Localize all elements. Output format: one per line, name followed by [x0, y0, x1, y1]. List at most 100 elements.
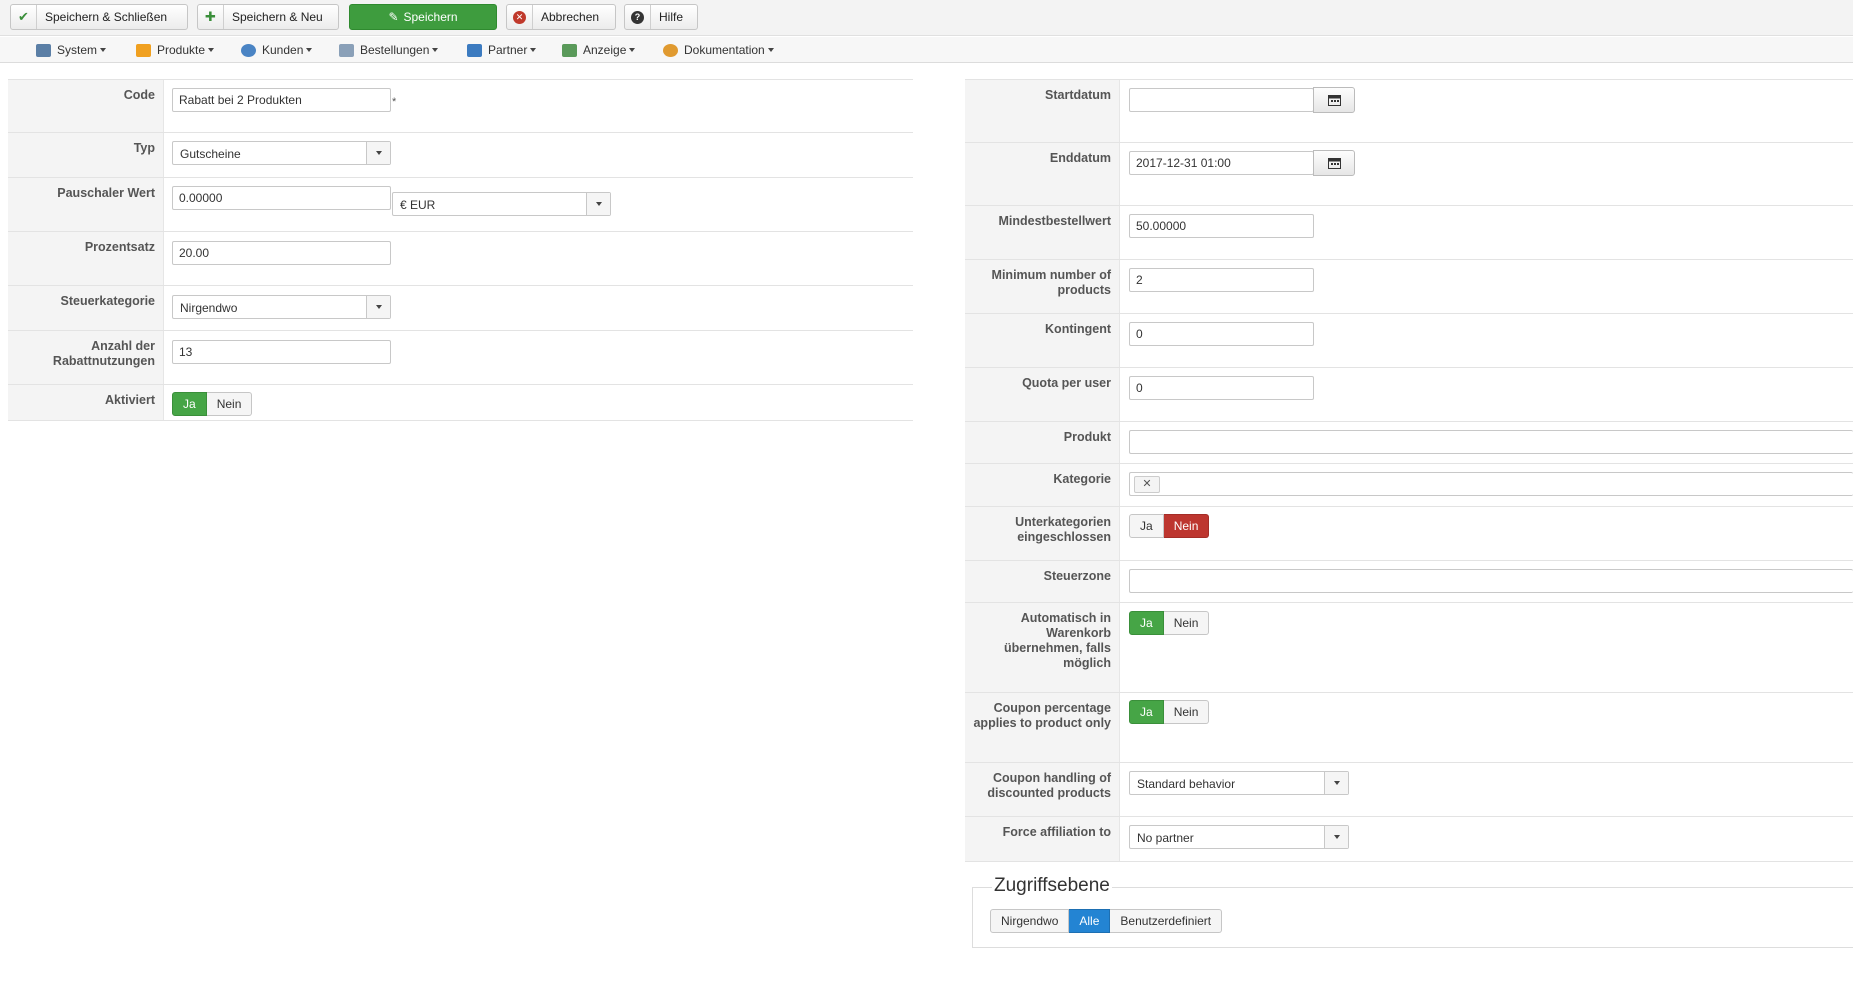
menu-kunden[interactable]: Kunden — [241, 41, 313, 59]
save-close-button[interactable]: ✔ Speichern & Schließen — [10, 4, 188, 30]
check-icon: ✔ — [11, 5, 37, 29]
coupon-pct-label: Coupon percentage applies to product onl… — [965, 693, 1120, 762]
menu-system[interactable]: System — [36, 41, 107, 59]
menu-anzeige[interactable]: Anzeige — [562, 41, 636, 59]
help-icon: ? — [625, 5, 651, 29]
main-menu: System Produkte Kunden Bestellungen Part… — [0, 37, 1853, 63]
calendar-icon[interactable] — [1313, 87, 1355, 113]
flat-value-input[interactable]: 0.00000 — [172, 186, 391, 210]
access-toggle: Nirgendwo Alle Benutzerdefiniert — [990, 909, 1223, 933]
chevron-down-icon — [366, 142, 390, 164]
quota-row: Kontingent 0 — [965, 314, 1853, 368]
end-date-input[interactable]: 2017-12-31 01:00 — [1129, 151, 1314, 175]
flat-value-label: Pauschaler Wert — [8, 178, 164, 231]
quota-user-row: Quota per user 0 — [965, 368, 1853, 422]
percent-row: Prozentsatz 20.00 — [8, 232, 913, 286]
quota-label: Kontingent — [965, 314, 1120, 367]
access-custom-button[interactable]: Benutzerdefiniert — [1110, 909, 1223, 933]
min-order-row: Mindestbestellwert 50.00000 — [965, 206, 1853, 260]
code-input[interactable]: Rabatt bei 2 Produkten — [172, 88, 391, 112]
subcategories-no-button[interactable]: Nein — [1163, 514, 1210, 538]
active-label: Aktiviert — [8, 385, 164, 420]
menu-produkte[interactable]: Produkte — [136, 41, 215, 59]
product-row: Produkt — [965, 422, 1853, 464]
tax-zone-row: Steuerzone — [965, 561, 1853, 603]
active-row: Aktiviert Ja Nein — [8, 385, 913, 421]
tax-category-select[interactable]: Nirgendwo — [172, 295, 391, 319]
subcategories-row: Unterkategorien eingeschlossen Ja Nein — [965, 507, 1853, 561]
uses-label: Anzahl der Rabattnutzungen — [8, 331, 164, 384]
menu-partner[interactable]: Partner — [467, 41, 537, 59]
quota-user-label: Quota per user — [965, 368, 1120, 421]
cancel-button[interactable]: ✕ Abbrechen — [506, 4, 616, 30]
min-products-row: Minimum number of products 2 — [965, 260, 1853, 314]
uses-input[interactable]: 13 — [172, 340, 391, 364]
flat-value-row: Pauschaler Wert 0.00000 € EUR — [8, 178, 913, 232]
menu-bestellungen[interactable]: Bestellungen — [339, 41, 439, 59]
uses-row: Anzahl der Rabattnutzungen 13 — [8, 331, 913, 385]
remove-tag-icon[interactable]: ✕ — [1134, 476, 1160, 493]
product-input[interactable] — [1129, 430, 1853, 454]
cancel-icon: ✕ — [507, 5, 533, 29]
subcategories-label: Unterkategorien eingeschlossen — [965, 507, 1120, 560]
auto-cart-toggle: Ja Nein — [1129, 611, 1210, 635]
tax-zone-input[interactable] — [1129, 569, 1853, 593]
end-date-label: Enddatum — [965, 143, 1120, 205]
plus-icon: ✚ — [198, 5, 224, 29]
display-icon — [562, 43, 577, 57]
quota-input[interactable]: 0 — [1129, 322, 1314, 346]
code-label: Code — [8, 80, 164, 132]
currency-select[interactable]: € EUR — [392, 192, 611, 216]
coupon-pct-row: Coupon percentage applies to product onl… — [965, 693, 1853, 763]
access-all-button[interactable]: Alle — [1069, 909, 1111, 933]
tax-zone-label: Steuerzone — [965, 561, 1120, 602]
start-date-input[interactable] — [1129, 88, 1314, 112]
type-select[interactable]: Gutscheine — [172, 141, 391, 165]
partner-icon — [467, 43, 482, 57]
users-icon — [241, 43, 256, 57]
auto-cart-label: Automatisch in Warenkorb übernehmen, fal… — [965, 603, 1120, 692]
active-yes-button[interactable]: Ja — [172, 392, 207, 416]
coupon-pct-no-button[interactable]: Nein — [1163, 700, 1210, 724]
tax-category-row: Steuerkategorie Nirgendwo — [8, 286, 913, 331]
coupon-handling-row: Coupon handling of discounted products S… — [965, 763, 1853, 817]
min-order-input[interactable]: 50.00000 — [1129, 214, 1314, 238]
force-affiliation-select[interactable]: No partner — [1129, 825, 1349, 849]
box-icon — [136, 43, 151, 57]
chevron-down-icon — [366, 296, 390, 318]
auto-cart-no-button[interactable]: Nein — [1163, 611, 1210, 635]
min-products-input[interactable]: 2 — [1129, 268, 1314, 292]
percent-input[interactable]: 20.00 — [172, 241, 391, 265]
quota-user-input[interactable]: 0 — [1129, 376, 1314, 400]
min-products-label: Minimum number of products — [965, 260, 1120, 313]
active-no-button[interactable]: Nein — [206, 392, 253, 416]
auto-cart-row: Automatisch in Warenkorb übernehmen, fal… — [965, 603, 1853, 693]
chevron-down-icon — [586, 193, 610, 215]
save-button[interactable]: ✎ Speichern — [349, 4, 497, 30]
docs-icon — [663, 43, 678, 57]
tax-category-label: Steuerkategorie — [8, 286, 164, 330]
subcategories-toggle: Ja Nein — [1129, 514, 1210, 538]
menu-dokumentation[interactable]: Dokumentation — [663, 41, 774, 59]
save-new-button[interactable]: ✚ Speichern & Neu — [197, 4, 339, 30]
start-date-row: Startdatum — [965, 80, 1853, 143]
category-row: Kategorie ✕ — [965, 464, 1853, 507]
end-date-row: Enddatum 2017-12-31 01:00 — [965, 143, 1853, 206]
help-button[interactable]: ? Hilfe — [624, 4, 698, 30]
start-date-label: Startdatum — [965, 80, 1120, 142]
access-legend: Zugriffsebene — [992, 875, 1112, 897]
wrench-icon — [36, 43, 51, 57]
access-none-button[interactable]: Nirgendwo — [990, 909, 1070, 933]
edit-icon: ✎ — [388, 10, 399, 24]
percent-label: Prozentsatz — [8, 232, 164, 285]
auto-cart-yes-button[interactable]: Ja — [1129, 611, 1164, 635]
calendar-icon[interactable] — [1313, 150, 1355, 176]
type-label: Typ — [8, 133, 164, 177]
subcategories-yes-button[interactable]: Ja — [1129, 514, 1164, 538]
force-affiliation-row: Force affiliation to No partner — [965, 817, 1853, 862]
category-input[interactable]: ✕ — [1129, 472, 1853, 496]
orders-icon — [339, 43, 354, 57]
coupon-pct-yes-button[interactable]: Ja — [1129, 700, 1164, 724]
coupon-handling-select[interactable]: Standard behavior — [1129, 771, 1349, 795]
min-order-label: Mindestbestellwert — [965, 206, 1120, 259]
